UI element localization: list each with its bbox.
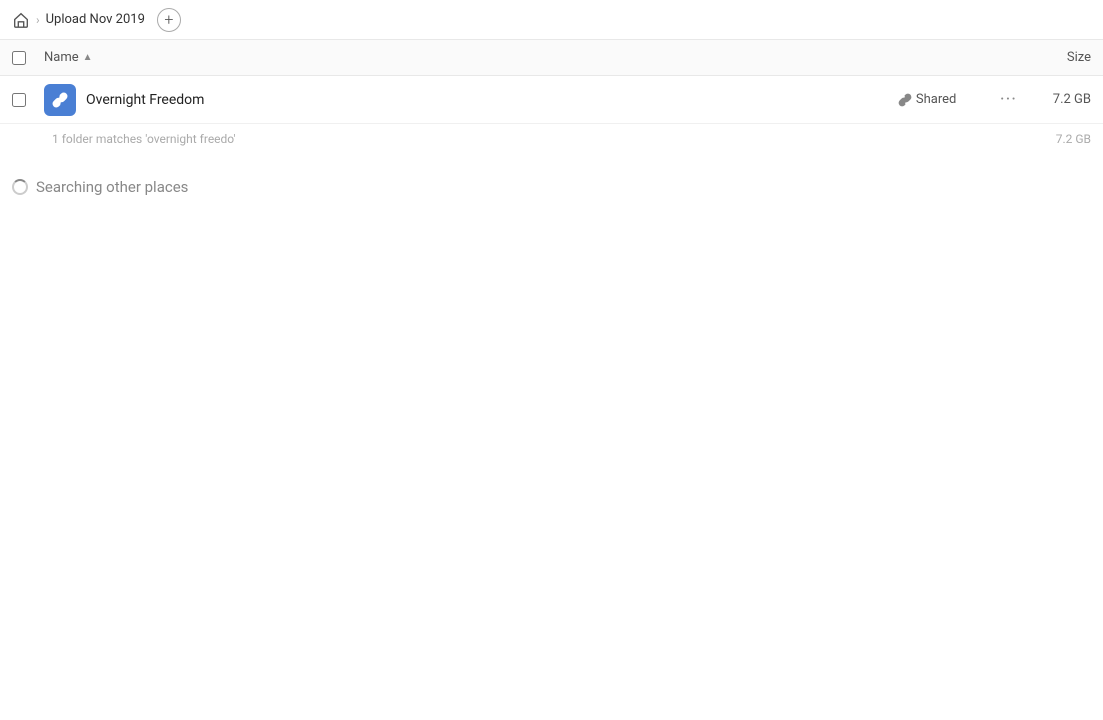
breadcrumb-bar: › Upload Nov 2019 + [0, 0, 1103, 40]
loading-spinner [12, 179, 28, 195]
match-count-row: 1 folder matches 'overnight freedo' 7.2 … [0, 124, 1103, 154]
sort-arrow-icon: ▲ [83, 52, 93, 63]
size-column-header: Size [1011, 50, 1091, 65]
name-column-header[interactable]: Name ▲ [44, 50, 1011, 65]
row-checkbox[interactable] [12, 93, 26, 107]
select-all-checkbox[interactable] [12, 51, 36, 65]
match-size-label: 7.2 GB [1056, 132, 1091, 146]
file-size-label: 7.2 GB [1031, 92, 1091, 107]
breadcrumb-separator: › [36, 13, 40, 27]
breadcrumb-folder-name[interactable]: Upload Nov 2019 [46, 12, 145, 27]
folder-icon-wrap [44, 84, 76, 116]
row-checkbox-wrap[interactable] [12, 93, 36, 107]
add-button[interactable]: + [157, 8, 181, 32]
file-row[interactable]: Overnight Freedom Shared ··· 7.2 GB [0, 76, 1103, 124]
home-button[interactable] [12, 11, 30, 29]
searching-row: Searching other places [0, 154, 1103, 204]
shared-label: Shared [916, 92, 956, 107]
more-options-button[interactable]: ··· [994, 89, 1023, 110]
shared-area: Shared [898, 92, 978, 107]
searching-label: Searching other places [36, 178, 188, 196]
column-headers: Name ▲ Size [0, 40, 1103, 76]
match-count-text: 1 folder matches 'overnight freedo' [52, 132, 235, 146]
select-all-input[interactable] [12, 51, 26, 65]
file-name-label: Overnight Freedom [86, 92, 898, 108]
